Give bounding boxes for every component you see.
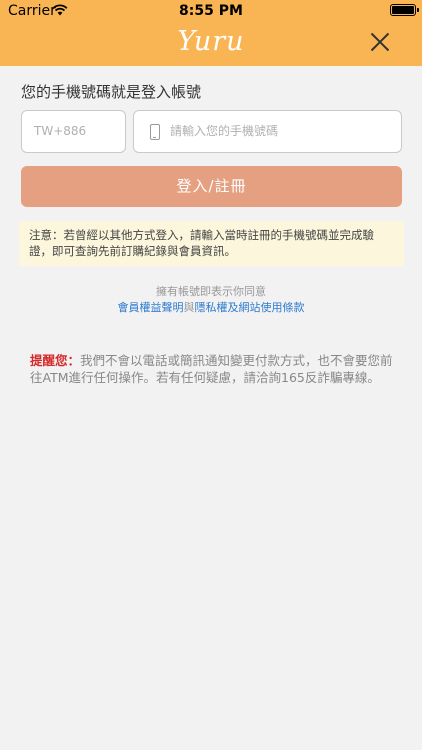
terms-connector: 與 — [183, 301, 195, 314]
member-rights-link[interactable]: 會員權益聲明 — [118, 301, 184, 314]
notice-text: 注意：若曾經以其他方式登入，請輸入當時註冊的手機號碼並完成驗證，即可查詢先前訂購… — [29, 228, 374, 258]
phone-number-field[interactable]: 請輸入您的手機號碼 — [133, 110, 402, 153]
app-header: Carrier 8:55 PM Yuru — [0, 0, 422, 66]
reminder-body: 我們不會以電話或簡訊通知變更付款方式，也不會要您前往ATM進行任何操作。若有任何… — [30, 353, 393, 385]
mobile-phone-icon — [150, 124, 160, 140]
status-bar: Carrier 8:55 PM — [0, 0, 422, 22]
terms-line: 會員權益聲明與隱私權及網站使用條款 — [0, 299, 422, 315]
agree-text: 擁有帳號即表示你同意 — [156, 285, 266, 298]
privacy-terms-link[interactable]: 隱私權及網站使用條款 — [195, 301, 305, 314]
country-code-field[interactable]: TW+886 — [21, 110, 126, 153]
reminder-label: 提醒您： — [30, 353, 81, 368]
app-logo: Yuru — [177, 26, 245, 57]
login-form: 您的手機號碼就是登入帳號 TW+886 請輸入您的手機號碼 登入/註冊 注意：若… — [0, 66, 422, 750]
login-register-button[interactable]: 登入/註冊 — [21, 166, 402, 207]
clock: 8:55 PM — [179, 3, 243, 19]
battery-icon — [390, 4, 419, 16]
reminder-text: 提醒您：我們不會以電話或簡訊通知變更付款方式，也不會要您前往ATM進行任何操作。… — [30, 352, 394, 386]
page-title: 您的手機號碼就是登入帳號 — [21, 83, 202, 101]
notice-box: 注意：若曾經以其他方式登入，請輸入當時註冊的手機號碼並完成驗證，即可查詢先前訂購… — [19, 221, 404, 266]
phone-number-input[interactable]: 請輸入您的手機號碼 — [170, 111, 278, 152]
close-icon[interactable] — [370, 32, 390, 52]
